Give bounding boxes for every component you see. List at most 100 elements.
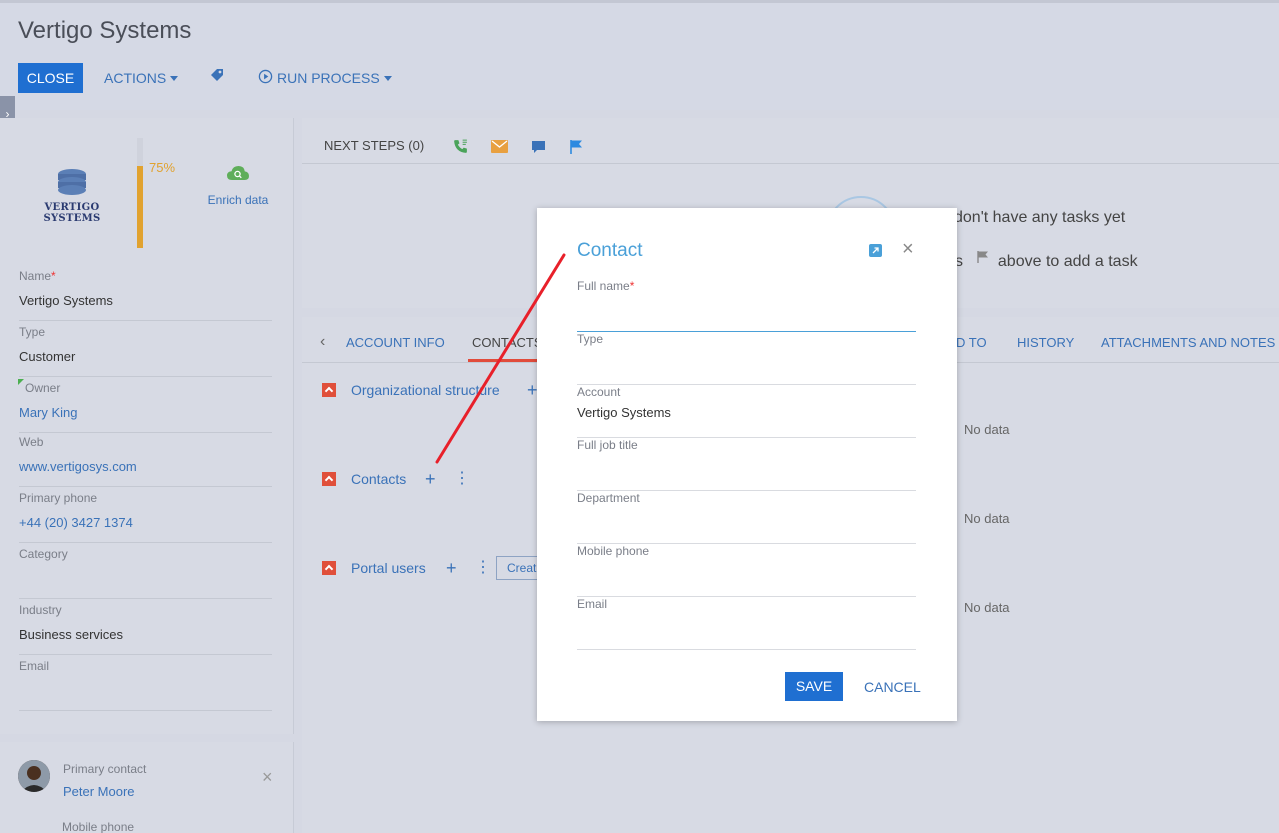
flag-icon: [977, 250, 989, 269]
phone-call-icon[interactable]: [452, 138, 468, 154]
tab-account-info[interactable]: ACCOUNT INFO: [346, 335, 445, 350]
empty-tasks-hint: s above to add a task: [955, 250, 1138, 271]
field-category[interactable]: Category: [19, 547, 272, 599]
empty-tasks-text: don't have any tasks yet: [954, 209, 1126, 226]
field-label: Mobile phone: [577, 544, 650, 558]
enrich-data-label: Enrich data: [207, 193, 269, 207]
profile-completeness-fill: [137, 165, 143, 248]
run-process-menu[interactable]: RUN PROCESS: [258, 69, 392, 87]
account-profile-panel: VERTIGO SYSTEMS 75% Enrich data Name* Ve…: [0, 118, 294, 734]
page-header: Vertigo Systems CLOSE ACTIONS RUN PROCES…: [0, 0, 1279, 110]
field-value: Vertigo Systems: [19, 293, 113, 308]
section-title-contacts[interactable]: Contacts: [351, 471, 406, 487]
department-field[interactable]: Department: [577, 491, 916, 544]
tabs-scroll-left-icon[interactable]: ‹: [320, 333, 325, 351]
actions-label: ACTIONS: [104, 70, 167, 86]
add-icon[interactable]: +: [446, 559, 457, 577]
mobile-phone-field[interactable]: Mobile phone: [577, 544, 916, 597]
web-link[interactable]: www.vertigosys.com: [19, 459, 272, 474]
section-title-portal-users[interactable]: Portal users: [351, 560, 426, 576]
field-label: Email: [577, 597, 608, 611]
profile-completeness-bar: [137, 138, 143, 248]
tab-attachments[interactable]: ATTACHMENTS AND NOTES: [1101, 335, 1275, 350]
email-icon[interactable]: [491, 140, 508, 156]
field-label: Department: [577, 491, 640, 505]
field-label: Account: [577, 385, 621, 399]
collapse-icon[interactable]: [322, 472, 336, 486]
tab-history[interactable]: HISTORY: [1017, 335, 1074, 350]
field-label: Full name*: [577, 279, 635, 293]
account-field[interactable]: Account Vertigo Systems: [577, 385, 916, 438]
mobile-phone-label: Mobile phone: [62, 820, 135, 833]
tab-related-to[interactable]: D TO: [956, 335, 987, 350]
full-name-field[interactable]: Full name*: [577, 279, 916, 332]
type-field[interactable]: Type: [577, 332, 916, 385]
account-input[interactable]: Vertigo Systems: [577, 405, 916, 420]
required-mark: *: [51, 269, 56, 283]
next-steps-title[interactable]: NEXT STEPS (0): [324, 138, 424, 153]
run-process-label: RUN PROCESS: [277, 70, 380, 86]
logo-text: VERTIGO SYSTEMS: [43, 202, 101, 224]
page-title: Vertigo Systems: [18, 17, 192, 44]
job-title-field[interactable]: Full job title: [577, 438, 916, 491]
close-button[interactable]: CLOSE: [18, 63, 83, 93]
field-label: Category: [19, 547, 68, 561]
add-contact-icon[interactable]: +: [425, 470, 436, 488]
add-icon[interactable]: +: [527, 381, 538, 399]
required-mark: *: [629, 279, 635, 293]
chevron-down-icon: [170, 75, 179, 81]
primary-contact-card: Primary contact Peter Moore × Mobile pho…: [0, 742, 294, 833]
save-button[interactable]: SAVE: [785, 672, 843, 701]
no-data-text: No data: [964, 511, 1010, 526]
collapse-icon[interactable]: [322, 561, 336, 575]
owner-link[interactable]: Mary King: [19, 405, 272, 420]
chat-icon[interactable]: [531, 140, 547, 156]
email-field[interactable]: Email: [577, 597, 916, 650]
company-logo: VERTIGO SYSTEMS: [22, 162, 122, 226]
actions-menu[interactable]: ACTIONS: [104, 70, 179, 86]
field-primary-phone[interactable]: Primary phone +44 (20) 3427 1374: [19, 491, 272, 543]
phone-link[interactable]: +44 (20) 3427 1374: [19, 515, 272, 530]
field-label: Email: [19, 659, 50, 673]
primary-contact-link[interactable]: Peter Moore: [63, 784, 135, 799]
field-type[interactable]: Type Customer: [19, 325, 272, 377]
no-data-text: No data: [964, 422, 1010, 437]
contact-dialog: Contact × Full name* Type Account Vertig…: [537, 208, 957, 721]
field-label: Name*: [19, 269, 56, 283]
remove-contact-icon[interactable]: ×: [262, 768, 273, 786]
field-web[interactable]: Web www.vertigosys.com: [19, 435, 272, 487]
field-label: Industry: [19, 603, 62, 617]
field-label: Primary phone: [19, 491, 98, 505]
field-email[interactable]: Email: [19, 659, 272, 711]
field-owner[interactable]: Owner Mary King: [19, 381, 272, 433]
next-steps-toolbar: NEXT STEPS (0): [302, 118, 1279, 164]
collapse-icon[interactable]: [322, 383, 336, 397]
close-icon[interactable]: ×: [902, 239, 914, 259]
flag-icon[interactable]: [570, 139, 586, 155]
field-industry[interactable]: Industry Business services: [19, 603, 272, 655]
field-label: Owner: [25, 381, 61, 395]
field-label: Type: [577, 332, 604, 346]
field-value: Business services: [19, 627, 124, 642]
more-options-icon[interactable]: ⋮: [475, 560, 491, 576]
avatar: [18, 760, 50, 792]
field-label: Web: [19, 435, 44, 449]
enrich-data-button[interactable]: Enrich data: [203, 164, 273, 207]
dialog-title: Contact: [577, 240, 643, 261]
field-name[interactable]: Name* Vertigo Systems: [19, 269, 272, 321]
cloud-search-icon: [226, 166, 250, 186]
field-label: Type: [19, 325, 46, 339]
play-circle-icon: [258, 69, 273, 87]
more-options-icon[interactable]: ⋮: [454, 471, 470, 487]
tab-contacts[interactable]: CONTACTS: [472, 335, 543, 350]
open-full-page-icon[interactable]: [869, 244, 882, 257]
no-data-text: No data: [964, 600, 1010, 615]
field-value: Customer: [19, 349, 76, 364]
chevron-down-icon: [383, 75, 392, 81]
section-title-org-structure[interactable]: Organizational structure: [351, 382, 500, 398]
cancel-button[interactable]: CANCEL: [864, 679, 921, 695]
profile-completeness-percent: 75%: [149, 160, 176, 175]
create-button[interactable]: Creat: [496, 556, 542, 580]
tag-icon[interactable]: [209, 67, 225, 86]
field-label: Full job title: [577, 438, 638, 452]
